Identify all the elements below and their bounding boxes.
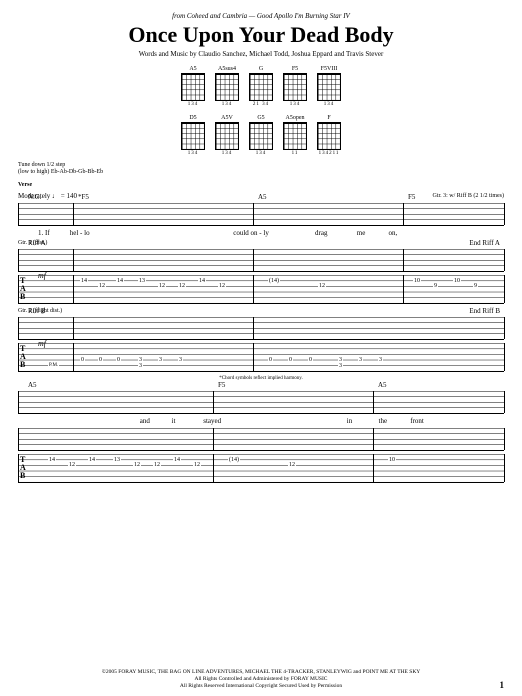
chord-diagram: G5134 [247, 115, 275, 156]
tab-clef-icon: TAB [20, 456, 26, 480]
riff-end: End Riff A [469, 239, 500, 247]
chord-chart-row2: D5134 A5V134 G5134 A5open11 F134211 [18, 115, 504, 156]
gtr1-label: Gtr. 1 (dist.) [18, 240, 504, 246]
chord-diagram: A5sus4134 [213, 66, 241, 107]
chord-diagram: D5134 [179, 115, 207, 156]
gtr1-staff: Riff A End Riff A mf [18, 249, 504, 272]
tab-clef-icon: TAB [20, 277, 26, 301]
gtr1-tab-2: TAB 14 12 14 13 12 12 14 12 (14) 12 10 [18, 454, 504, 483]
song-title: Once Upon Your Dead Body [18, 22, 504, 48]
chord-diagram: G21 34 [247, 66, 275, 107]
vocal-staff-2: A5 F5 A5 [18, 391, 504, 414]
riff-end: End Riff B [469, 307, 500, 315]
chord-diagram: F5VIII134 [315, 66, 343, 107]
chord-diagram: F134211 [315, 115, 343, 156]
riff-label: Riff A [28, 239, 46, 247]
copyright-footer: ©2005 FORAY MUSIC, THE BAG ON LINE ADVEN… [18, 669, 504, 690]
chord-diagram: A5134 [179, 66, 207, 107]
credits: Words and Music by Claudio Sanchez, Mich… [18, 50, 504, 58]
pm-marking: P.M. [48, 363, 59, 368]
lyrics-line-1: 1. If hel - lo could on - ly drag me on, [18, 229, 504, 237]
page-number: 1 [500, 680, 505, 690]
gtr2-staff: Riff B End Riff B mf [18, 317, 504, 340]
gtr2-label: Gtr. 2 (slight dist.) [18, 308, 504, 314]
header: from Coheed and Cambria — Good Apollo I'… [18, 12, 504, 58]
chord-diagram: F5134 [281, 66, 309, 107]
section-label: Verse [18, 182, 504, 189]
gtr1-staff-2 [18, 428, 504, 451]
tab-clef-icon: TAB [20, 345, 26, 369]
chord-footnote: *Chord symbols reflect implied harmony. [18, 376, 504, 381]
chord-diagram: A5V134 [213, 115, 241, 156]
riff-label: Riff B [28, 307, 46, 315]
system-2: A5 F5 A5 and it stayed in the front TAB … [18, 391, 504, 483]
source-line: from Coheed and Cambria — Good Apollo I'… [18, 12, 504, 20]
chord-diagram: A5open11 [281, 115, 309, 156]
tuning-note: Tune down 1/2 step (low to high) Eb-Ab-D… [18, 162, 504, 176]
chord-chart: A5134 A5sus4134 G21 34 F5134 F5VIII134 [18, 66, 504, 107]
lyrics-line-2: and it stayed in the front [18, 417, 504, 425]
gtr1-tab: TAB 14 12 14 13 12 12 14 12 (14) 12 10 9… [18, 275, 504, 304]
riff-note: Gtr. 3: w/ Riff B (2 1/2 times) [432, 193, 504, 199]
vocal-staff: N.C. *F5 A5 F5 Gtr. 3: w/ Riff B (2 1/2 … [18, 203, 504, 226]
gtr2-tab: TAB P.M. 0 0 0 3 3 3 3 0 0 0 3 3 3 3 [18, 343, 504, 372]
system-1: N.C. *F5 A5 F5 Gtr. 3: w/ Riff B (2 1/2 … [18, 203, 504, 381]
